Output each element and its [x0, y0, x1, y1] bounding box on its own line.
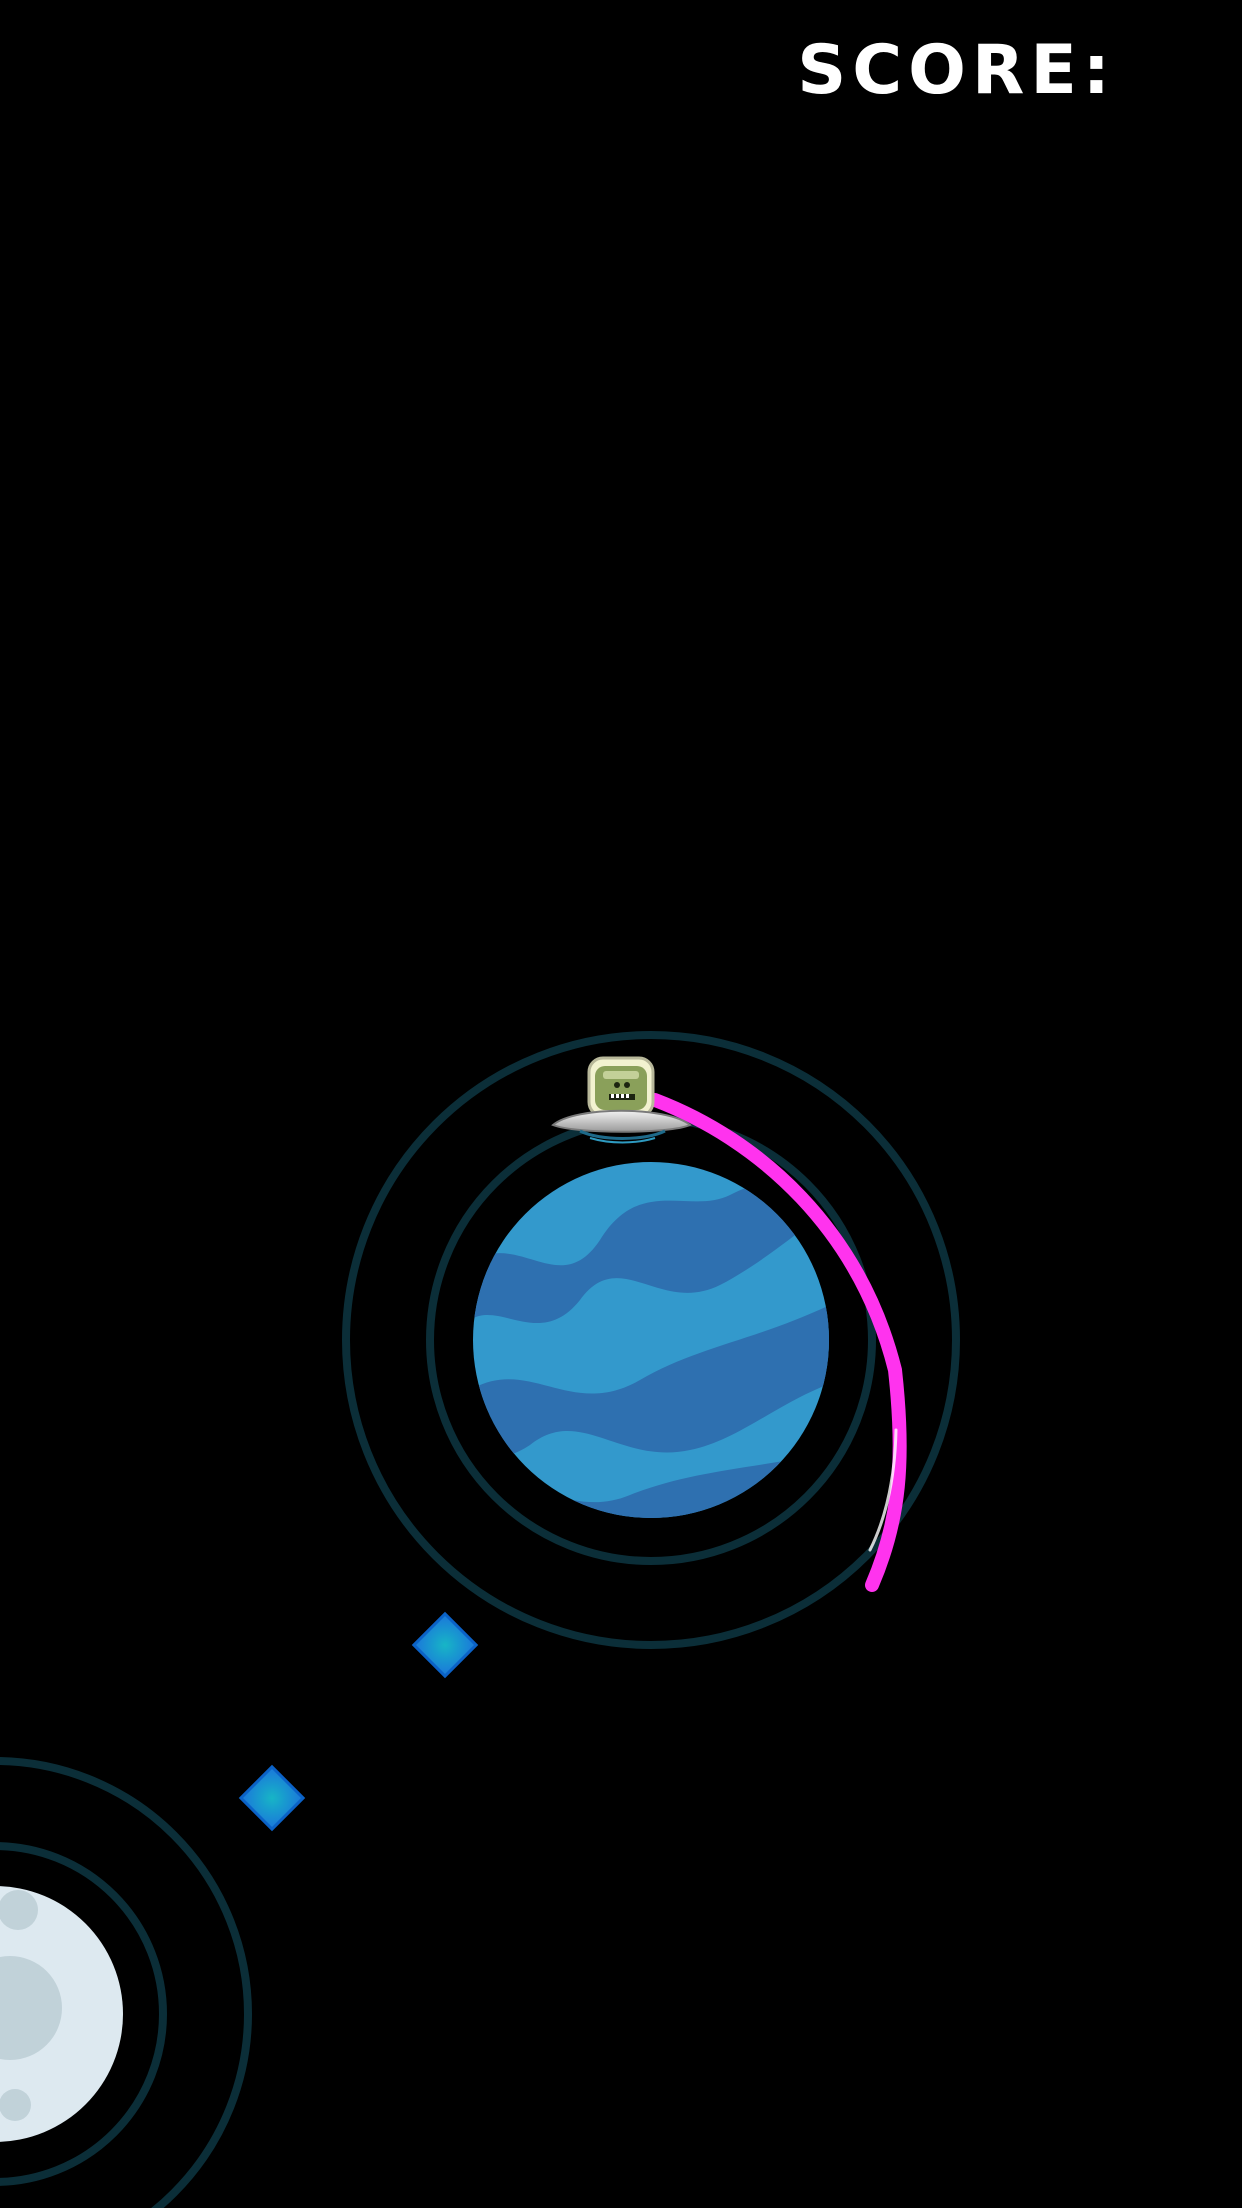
game-screen[interactable]: { "hud": { "score_label": "SCORE:" }, "c… — [0, 0, 1242, 2208]
score-label: SCORE: — [797, 31, 1116, 110]
diamond-gem-icon[interactable] — [411, 1611, 479, 1679]
moon-planet — [0, 1886, 123, 2142]
diamond-gem-icon[interactable] — [238, 1764, 306, 1832]
blue-striped-planet — [473, 1162, 829, 1518]
game-canvas[interactable] — [0, 0, 1242, 2208]
